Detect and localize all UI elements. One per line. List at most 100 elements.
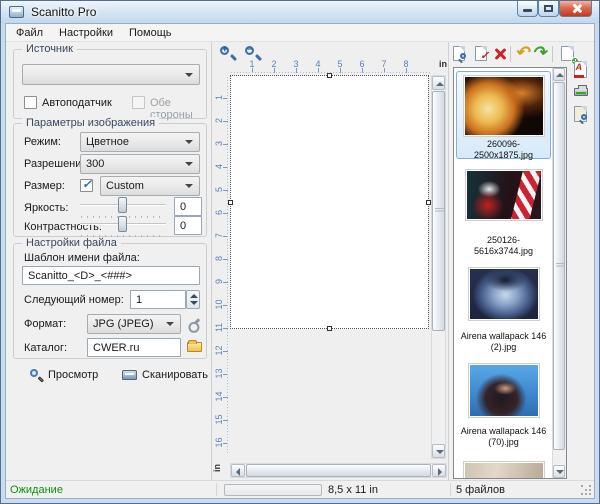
filename-template-input[interactable]: Scanitto_<D>_<###> xyxy=(22,266,200,285)
chevron-down-icon xyxy=(185,73,193,77)
minimize-icon xyxy=(523,9,532,12)
thumbnail-item[interactable]: 250126-5616x3744.jpg xyxy=(456,168,551,254)
scroll-left-button[interactable] xyxy=(231,464,245,477)
scroll-right-button[interactable] xyxy=(432,464,446,477)
magnifier-icon xyxy=(460,53,466,59)
menu-help[interactable]: Помощь xyxy=(121,25,180,41)
selection-handle-bottom[interactable] xyxy=(327,326,332,331)
scrollbar-grip xyxy=(435,208,444,213)
view-image-button[interactable] xyxy=(452,45,470,63)
thumbnail-item[interactable]: Airena wallapack 146 (2).jpg xyxy=(456,264,551,350)
contrast-slider[interactable] xyxy=(80,216,166,234)
arrow-down-icon xyxy=(556,470,564,474)
edit-image-button[interactable]: ✓ xyxy=(474,45,492,63)
format-combobox[interactable]: JPG (JPEG) xyxy=(87,314,181,334)
thumbnail-image xyxy=(466,170,542,220)
menu-settings[interactable]: Настройки xyxy=(51,25,121,41)
scrollbar-thumb[interactable] xyxy=(553,82,565,450)
chevron-down-icon xyxy=(185,162,193,166)
size-checkbox[interactable]: ✓ xyxy=(80,179,93,192)
brightness-slider[interactable] xyxy=(80,197,166,215)
chevron-down-icon xyxy=(166,322,174,326)
autofeeder-checkbox[interactable] xyxy=(24,96,37,109)
spin-up-icon[interactable] xyxy=(190,294,198,298)
v-ruler-unit: in xyxy=(212,464,222,472)
scan-page-selection[interactable] xyxy=(230,75,429,329)
scan-button[interactable]: Сканировать xyxy=(117,365,226,385)
format-options-button[interactable] xyxy=(186,314,204,332)
status-separator xyxy=(450,483,451,496)
thumbnail-filename: 260096-2500x1875.jpg xyxy=(457,138,550,162)
contrast-input[interactable]: 0 xyxy=(174,216,202,235)
scroll-down-button[interactable] xyxy=(432,444,445,458)
browse-folder-button[interactable] xyxy=(186,338,204,356)
thumbnail-filename: Airena wallapack 146 (2).jpg xyxy=(456,330,551,354)
preview-button-label: Просмотр xyxy=(48,369,98,381)
print-button[interactable] xyxy=(573,84,591,102)
arrow-down-icon xyxy=(436,450,444,454)
scrollbar-thumb[interactable] xyxy=(246,464,431,477)
next-number-spinner[interactable] xyxy=(186,290,200,309)
thumbnail-image xyxy=(469,364,539,417)
delete-image-button[interactable] xyxy=(491,45,509,63)
scroll-down-button[interactable] xyxy=(553,465,565,478)
directory-input[interactable]: CWER.ru xyxy=(87,338,181,357)
resolution-combobox[interactable]: 300 xyxy=(80,154,200,174)
titlebar[interactable]: Scanitto Pro xyxy=(1,1,599,23)
autofeeder-label: Автоподатчик xyxy=(42,97,112,109)
scroll-up-button[interactable] xyxy=(553,68,565,81)
canvas-vertical-scrollbar[interactable] xyxy=(431,75,446,459)
thumbnail-image xyxy=(469,268,539,320)
selection-handle-top[interactable] xyxy=(327,73,332,78)
thumbnail-image xyxy=(464,462,544,479)
preview-button[interactable]: Просмотр xyxy=(25,365,103,385)
arrow-left-icon xyxy=(236,468,240,476)
slider-thumb[interactable] xyxy=(118,216,127,232)
undo-button[interactable]: ↶ xyxy=(515,45,533,63)
close-button[interactable] xyxy=(559,1,592,17)
statusbar: Ожидание 8,5 x 11 in 5 файлов xyxy=(6,480,594,498)
magnifier-icon xyxy=(30,369,43,382)
group-source-title: Источник xyxy=(22,43,77,55)
both-sides-checkbox[interactable] xyxy=(132,96,145,109)
menubar: Файл Настройки Помощь xyxy=(6,24,594,42)
scrollbar-thumb[interactable] xyxy=(432,91,445,331)
thumbnail-image xyxy=(464,76,544,136)
brightness-label: Яркость: xyxy=(24,202,68,214)
progress-bar xyxy=(224,484,322,496)
source-combobox[interactable] xyxy=(22,64,200,85)
canvas-horizontal-scrollbar[interactable] xyxy=(230,463,447,478)
resize-grip[interactable] xyxy=(581,485,592,496)
slider-thumb[interactable] xyxy=(118,197,127,213)
redo-button[interactable]: ↷ xyxy=(532,45,550,63)
spin-down-icon[interactable] xyxy=(190,301,198,305)
status-file-count: 5 файлов xyxy=(456,484,505,496)
mode-combobox[interactable]: Цветное xyxy=(80,132,200,152)
size-combobox[interactable]: Custom xyxy=(100,176,200,196)
group-file-settings-title: Настройки файла xyxy=(22,237,121,249)
scroll-up-button[interactable] xyxy=(432,76,445,90)
thumbnail-item[interactable]: 260096-2500x1875.jpg xyxy=(456,71,551,159)
thumbnail-item[interactable] xyxy=(456,458,551,478)
maximize-button[interactable] xyxy=(538,1,559,17)
thumbnail-filename: Airena wallapack 146 (70).jpg xyxy=(456,425,551,449)
pdf-icon: A xyxy=(576,62,583,72)
thumbnail-item[interactable]: Airena wallapack 146 (70).jpg xyxy=(456,360,551,456)
brightness-input[interactable]: 0 xyxy=(174,197,202,216)
selection-handle-left[interactable] xyxy=(228,200,233,205)
group-image-params-title: Параметры изображения xyxy=(22,117,159,129)
export-pdf-button[interactable]: A xyxy=(573,61,591,79)
scrollbar-grip xyxy=(556,263,565,268)
menu-file[interactable]: Файл xyxy=(8,25,51,41)
mode-combobox-value: Цветное xyxy=(86,136,129,148)
delete-x-icon xyxy=(493,47,507,61)
toolbar-separator xyxy=(510,46,511,62)
minimize-button[interactable] xyxy=(517,1,538,17)
check-icon: ✓ xyxy=(82,177,92,191)
thumbnail-scrollbar[interactable] xyxy=(552,68,566,478)
preview-image-button[interactable] xyxy=(573,106,591,124)
app-icon xyxy=(9,6,24,18)
next-number-input[interactable]: 1 xyxy=(130,290,186,309)
red-check-icon: ✓ xyxy=(480,49,489,62)
printer-icon xyxy=(574,88,588,96)
